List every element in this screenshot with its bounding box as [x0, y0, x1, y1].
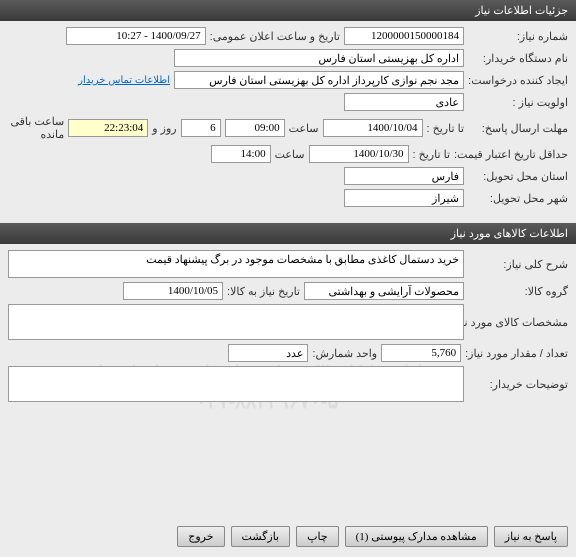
deadline-time-field[interactable] [225, 119, 285, 137]
goods-section-header: اطلاعات کالاهای مورد نیاز [0, 223, 576, 244]
contact-link[interactable]: اطلاعات تماس خریدار [78, 75, 170, 86]
ann-date-label: تاریخ و ساعت اعلان عمومی: [210, 30, 340, 43]
city-label: شهر محل تحویل: [468, 192, 568, 205]
province-field[interactable] [344, 167, 464, 185]
min-valid-time-field[interactable] [211, 145, 271, 163]
org-field[interactable] [174, 49, 464, 67]
notes-label: توضیحات خریدار: [468, 378, 568, 391]
req-no-field[interactable] [344, 27, 464, 45]
time-label-1: ساعت [289, 122, 319, 135]
grp-label: گروه کالا: [468, 285, 568, 298]
province-label: استان محل تحویل: [468, 170, 568, 183]
min-valid-label: حداقل تاریخ اعتبار قیمت: [454, 148, 568, 161]
back-button[interactable]: بازگشت [231, 526, 291, 547]
priority-field[interactable] [344, 93, 464, 111]
page-header: جزئیات اطلاعات نیاز [0, 0, 576, 21]
footer-buttons: پاسخ به نیاز مشاهده مدارک پیوستی (1) چاپ… [0, 522, 576, 551]
org-label: نام دستگاه خریدار: [468, 52, 568, 65]
unit-label: واحد شمارش: [312, 347, 377, 360]
goods-section: شرح کلی نیاز: خرید دستمال کاغذی مطابق با… [0, 244, 576, 412]
qty-field[interactable] [381, 344, 461, 362]
desc-field[interactable]: خرید دستمال کاغذی مطابق با مشخصات موجود … [8, 250, 464, 278]
min-valid-date-field[interactable] [309, 145, 409, 163]
attachments-button[interactable]: مشاهده مدارک پیوستی (1) [345, 526, 488, 547]
spec-label: مشخصات کالای مورد نیاز: [468, 316, 568, 329]
days-label: روز و [152, 122, 176, 135]
to-date-label: تا تاریخ : [427, 122, 464, 135]
need-info-section: شماره نیاز: تاریخ و ساعت اعلان عمومی: نا… [0, 21, 576, 217]
grp-field[interactable] [304, 282, 464, 300]
page-title: جزئیات اطلاعات نیاز [475, 5, 568, 17]
print-button[interactable]: چاپ [296, 526, 339, 547]
unit-field[interactable] [228, 344, 308, 362]
goods-title: اطلاعات کالاهای مورد نیاز [451, 228, 568, 240]
need-date-label: تاریخ نیاز به کالا: [227, 285, 300, 298]
spec-field[interactable] [8, 304, 464, 340]
notes-field[interactable] [8, 366, 464, 402]
deadline-label: مهلت ارسال پاسخ: [468, 122, 568, 135]
qty-label: تعداد / مقدار مورد نیاز: [465, 347, 568, 360]
priority-label: اولویت نیاز : [468, 96, 568, 109]
remain-time-field [68, 119, 148, 137]
need-date-field[interactable] [123, 282, 223, 300]
reply-button[interactable]: پاسخ به نیاز [494, 526, 568, 547]
creator-label: ایجاد کننده درخواست: [468, 74, 568, 87]
desc-label: شرح کلی نیاز: [468, 258, 568, 271]
time-label-2: ساعت [275, 148, 305, 161]
to-date-label-2: تا تاریخ : [413, 148, 450, 161]
ann-date-field[interactable] [66, 27, 206, 45]
exit-button[interactable]: خروج [177, 526, 224, 547]
city-field[interactable] [344, 189, 464, 207]
req-no-label: شماره نیاز: [468, 30, 568, 43]
deadline-date-field[interactable] [323, 119, 423, 137]
remain-label: ساعت باقی مانده [8, 115, 64, 141]
creator-field[interactable] [174, 71, 464, 89]
days-field[interactable] [181, 119, 221, 137]
